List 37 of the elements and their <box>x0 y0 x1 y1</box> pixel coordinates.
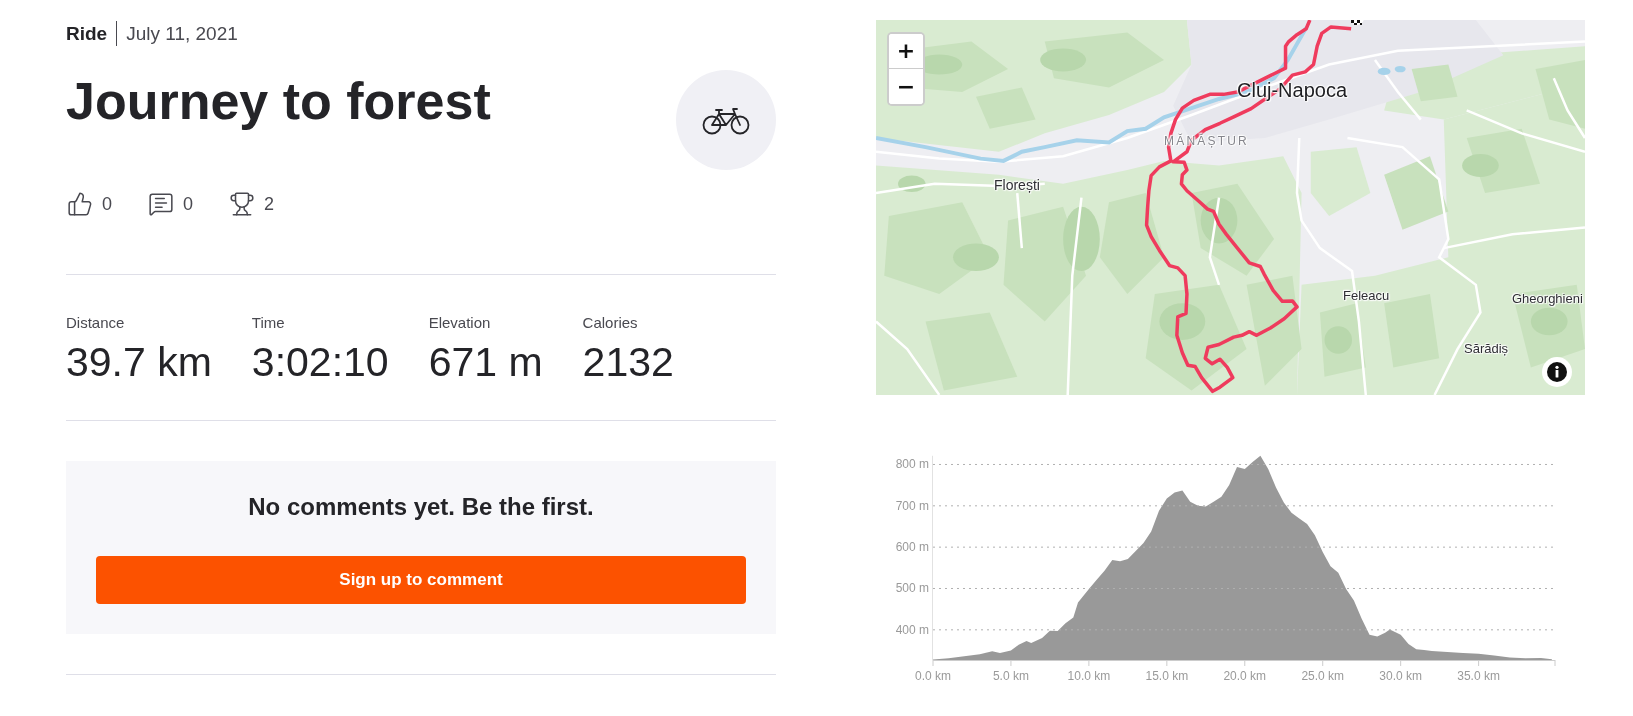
stat-value: 3:02:10 <box>251 340 389 384</box>
map-place-label: Florești <box>994 176 1040 194</box>
x-axis-label: 20.0 km <box>1223 669 1267 683</box>
y-axis-label: 500 m <box>895 581 929 596</box>
y-axis-label: 400 m <box>895 622 929 637</box>
activity-type: Ride <box>66 21 108 46</box>
info-icon[interactable] <box>1542 357 1572 387</box>
map-place-label: Gheorghieni <box>1512 291 1583 307</box>
trophy-icon <box>229 191 256 217</box>
x-axis-label: 10.0 km <box>1067 669 1111 683</box>
stat-value: 671 m <box>428 340 543 384</box>
x-axis-label: 30.0 km <box>1379 669 1422 683</box>
stat-label: Distance <box>66 314 126 332</box>
comment-icon <box>148 191 174 217</box>
stat-value: 39.7 km <box>66 340 212 384</box>
kudos-button[interactable]: 0 <box>67 191 112 217</box>
stat-label: Elevation <box>428 314 492 332</box>
zoom-in-button[interactable]: + <box>889 34 923 69</box>
x-axis-label: 25.0 km <box>1301 669 1345 683</box>
map-place-label: Feleacu <box>1343 288 1390 304</box>
x-axis-label: 0.0 km <box>915 669 951 683</box>
checkered-marker-icon <box>1350 20 1364 25</box>
y-axis-label: 700 m <box>895 498 929 513</box>
x-axis-label: 5.0 km <box>992 669 1029 683</box>
empty-comments-message: No comments yet. Be the first. <box>247 495 595 519</box>
stat-label: Calories <box>582 314 639 332</box>
y-axis-label: 800 m <box>895 457 929 472</box>
comments-button[interactable]: 0 <box>148 191 194 217</box>
map-place-label: Sărădiș <box>1464 341 1509 357</box>
thumbs-up-icon <box>67 191 93 217</box>
stat-value: 2132 <box>582 340 674 384</box>
y-axis-label: 600 m <box>895 540 929 555</box>
x-axis-label: 15.0 km <box>1145 669 1189 683</box>
stat-label: Time <box>251 314 286 332</box>
achievements-button[interactable]: 2 <box>229 191 275 217</box>
activity-date: July 11, 2021 <box>126 21 238 46</box>
x-axis-label: 35.0 km <box>1457 669 1500 683</box>
